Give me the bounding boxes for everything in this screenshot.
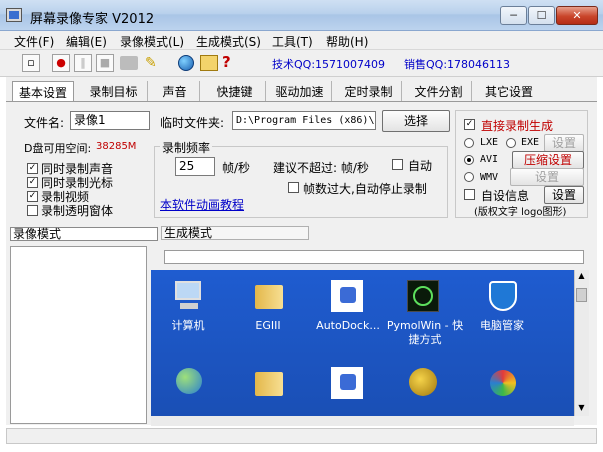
shortcut-icon bbox=[330, 279, 364, 313]
record-video-checkbox[interactable]: ✓ bbox=[27, 191, 38, 202]
format-avi-radio[interactable] bbox=[464, 155, 474, 165]
folder-icon bbox=[252, 279, 286, 313]
select-folder-button[interactable]: 选择 bbox=[382, 110, 450, 132]
format-exe-label: EXE bbox=[521, 137, 540, 148]
exe-settings-button[interactable]: 设置 bbox=[544, 134, 584, 152]
self-info-label: 自设信息 bbox=[481, 189, 530, 203]
format-wmv-label: WMV bbox=[480, 172, 499, 183]
shortcut-icon bbox=[330, 366, 364, 400]
ultraedit-icon bbox=[406, 366, 440, 400]
desktop-icon-label-pcmanager: 电脑管家 bbox=[480, 319, 524, 332]
desktop-icon-label-egiii: EGIII bbox=[255, 319, 281, 332]
tab-driver-accel[interactable]: 驱动加速 bbox=[268, 81, 332, 101]
desktop-icon-label-computer: 计算机 bbox=[171, 319, 205, 332]
wmv-settings-button[interactable]: 设置 bbox=[510, 168, 584, 186]
disk-space-label: D盘可用空间: bbox=[24, 142, 92, 155]
maximize-button[interactable]: ☐ bbox=[528, 6, 555, 25]
auto-fps-checkbox[interactable] bbox=[392, 159, 403, 170]
new-file-icon[interactable]: ▫ bbox=[22, 54, 40, 72]
format-lxe-radio[interactable] bbox=[464, 138, 474, 148]
copyright-note: (版权文字 logo图形) bbox=[474, 207, 567, 218]
camera-icon[interactable] bbox=[120, 56, 138, 70]
fps-input[interactable]: 25 bbox=[175, 157, 215, 176]
tab-hotkeys[interactable]: 快捷键 bbox=[204, 81, 266, 101]
vscroll-thumb[interactable] bbox=[576, 288, 587, 302]
stop-icon[interactable]: ■ bbox=[96, 54, 114, 72]
tab-record-target[interactable]: 录制目标 bbox=[80, 81, 148, 101]
tab-other-settings[interactable]: 其它设置 bbox=[476, 81, 542, 101]
record-transparent-checkbox[interactable] bbox=[27, 205, 38, 216]
direct-record-label: 直接录制生成 bbox=[481, 119, 554, 133]
help-icon[interactable]: ? bbox=[222, 53, 231, 71]
pause-icon[interactable]: ‖ bbox=[74, 54, 92, 72]
filename-label: 文件名: bbox=[24, 116, 65, 130]
format-lxe-label: LXE bbox=[480, 137, 499, 148]
record-transparent-label: 录制透明窗体 bbox=[41, 204, 114, 218]
minimize-button[interactable]: ─ bbox=[500, 6, 527, 25]
filename-input[interactable]: 录像1 bbox=[70, 111, 150, 130]
desktop-icon-label-autodock: AutoDock... bbox=[316, 319, 380, 332]
auto-stop-label: 帧数过大,自动停止录制 bbox=[303, 182, 427, 196]
format-wmv-radio[interactable] bbox=[464, 172, 474, 182]
scroll-down-icon[interactable]: ▼ bbox=[576, 403, 587, 415]
disk-space-value: 38285M bbox=[96, 141, 137, 152]
fps-group-title: 录制频率 bbox=[160, 139, 213, 156]
tech-qq: 技术QQ:1571007409 bbox=[272, 58, 386, 71]
format-exe-radio[interactable] bbox=[506, 138, 516, 148]
close-button[interactable]: ✕ bbox=[556, 6, 598, 25]
scroll-up-icon[interactable]: ▲ bbox=[576, 271, 587, 283]
computer-icon bbox=[172, 279, 206, 313]
pymol-icon bbox=[406, 279, 440, 313]
globe-icon[interactable] bbox=[178, 55, 194, 71]
tempdir-label: 临时文件夹: bbox=[160, 116, 225, 130]
sales-qq: 销售QQ:178046113 bbox=[404, 58, 511, 71]
menu-edit[interactable]: 编辑(E) bbox=[66, 33, 107, 50]
tab-timed-record[interactable]: 定时录制 bbox=[336, 81, 402, 101]
record-cursor-checkbox[interactable]: ✓ bbox=[27, 177, 38, 188]
fps-suggest: 建议不超过: 帧/秒 bbox=[273, 161, 369, 175]
menu-record-mode[interactable]: 录像模式(L) bbox=[120, 33, 184, 50]
progress-bar bbox=[164, 250, 584, 264]
tab-sound[interactable]: 声音 bbox=[150, 81, 200, 101]
auto-stop-checkbox[interactable] bbox=[288, 182, 299, 193]
menu-generate-mode[interactable]: 生成模式(S) bbox=[196, 33, 261, 50]
format-avi-label: AVI bbox=[480, 154, 499, 165]
compress-settings-button[interactable]: 压缩设置 bbox=[512, 151, 584, 169]
fps-unit: 帧/秒 bbox=[222, 161, 251, 175]
self-info-settings-button[interactable]: 设置 bbox=[544, 186, 584, 204]
status-bar bbox=[6, 428, 597, 444]
tab-basic-settings[interactable]: 基本设置 bbox=[12, 81, 74, 101]
menu-file[interactable]: 文件(F) bbox=[14, 33, 54, 50]
network-globe-icon bbox=[172, 366, 206, 400]
generate-mode-tab[interactable]: 生成模式 bbox=[161, 226, 309, 240]
record-mode-tab[interactable]: 录像模式 bbox=[10, 227, 158, 241]
tab-file-split[interactable]: 文件分割 bbox=[406, 81, 472, 101]
tempdir-input[interactable]: D:\Program Files (x86)\ bbox=[232, 111, 376, 130]
shield-icon bbox=[486, 279, 520, 313]
window-title: 屏幕录像专家 V2012 bbox=[30, 12, 155, 27]
record-icon[interactable]: ● bbox=[52, 54, 70, 72]
open-folder-icon[interactable] bbox=[200, 55, 218, 71]
direct-record-checkbox[interactable]: ✓ bbox=[464, 119, 475, 130]
app-shortcut-icon bbox=[486, 366, 520, 400]
folder-icon bbox=[252, 366, 286, 400]
app-icon bbox=[6, 8, 22, 22]
menu-help[interactable]: 帮助(H) bbox=[326, 33, 368, 50]
pen-icon[interactable]: ✎ bbox=[145, 55, 157, 71]
desktop-icon-label-pymol: PymolWin - 快捷方式 bbox=[386, 319, 464, 346]
auto-fps-label: 自动 bbox=[408, 159, 433, 173]
self-info-checkbox[interactable] bbox=[464, 189, 475, 200]
tutorial-link[interactable]: 本软件动画教程 bbox=[160, 196, 244, 213]
file-list[interactable] bbox=[10, 246, 147, 424]
preview-hscroll[interactable] bbox=[151, 416, 574, 426]
menu-tools[interactable]: 工具(T) bbox=[272, 33, 313, 50]
record-sound-checkbox[interactable]: ✓ bbox=[27, 163, 38, 174]
